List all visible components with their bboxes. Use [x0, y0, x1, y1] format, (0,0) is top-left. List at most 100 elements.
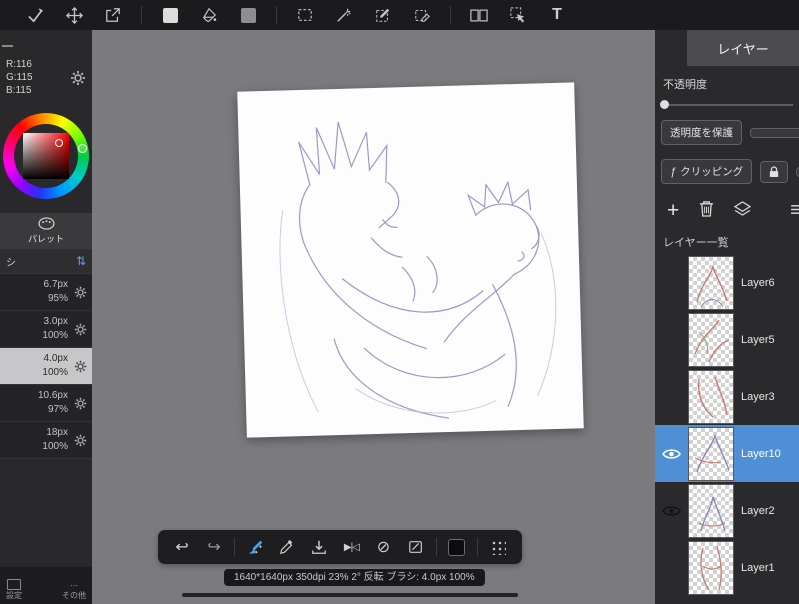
brush-list-header: シ ⇅ [0, 249, 92, 274]
lock-icon [769, 165, 779, 177]
redo-icon[interactable]: ↪ [202, 535, 226, 559]
settings-label: 設定 [6, 591, 22, 600]
eye-icon[interactable] [655, 505, 688, 517]
brush-item[interactable]: 6.7px 95% [0, 274, 92, 311]
settings-tab[interactable]: 設定 [6, 579, 22, 601]
toolbar-separator [450, 6, 451, 24]
layer-list-header: レイヤー一覧 [663, 237, 729, 249]
fill-swatch-icon[interactable] [159, 4, 181, 26]
flip-horizontal-icon[interactable]: ▶|◁ [339, 535, 363, 559]
grid-dots-icon[interactable] [486, 535, 510, 559]
lock-button[interactable] [760, 160, 789, 183]
brush-opacity: 97% [47, 404, 68, 415]
opacity-slider[interactable] [660, 100, 793, 109]
add-layer-icon[interactable]: + [667, 200, 679, 221]
pen-check-icon[interactable] [24, 4, 46, 26]
brush-sparkle-icon[interactable] [243, 535, 267, 559]
material-square-icon[interactable] [445, 535, 469, 559]
select-eraser-icon[interactable] [411, 4, 433, 26]
partial-button[interactable] [750, 127, 799, 138]
layer-thumbnail[interactable] [688, 255, 734, 310]
rotate-reset-icon[interactable]: ⊘ [371, 535, 395, 559]
layer-panel: レイヤー 不透明度 透明度を保護 ƒ クリッピング + レイヤー一覧 Layer… [655, 30, 799, 604]
color-r-value: R:116 [6, 59, 32, 70]
duplicate-layer-icon[interactable] [734, 201, 752, 221]
left-panel-footer: 設定 ⋯ その他 [0, 567, 92, 604]
layer-row[interactable]: Layer6 [655, 254, 799, 311]
layer-thumbnail[interactable] [688, 369, 734, 424]
status-bar: 1640*1640px 350dpi 23% 2° 反転 ブラシ: 4.0px … [224, 569, 485, 586]
hue-indicator[interactable] [78, 144, 87, 153]
layer-list: Layer6 Layer5 Layer3 Layer10 Layer2 Laye… [655, 254, 799, 596]
magic-wand-icon[interactable] [333, 4, 355, 26]
color-b-value: B:115 [6, 85, 32, 96]
split-view-icon[interactable] [468, 4, 490, 26]
color-wheel[interactable] [3, 113, 89, 199]
layer-row-selected[interactable]: Layer10 [655, 425, 799, 482]
layer-thumbnail[interactable] [688, 426, 734, 481]
export-icon[interactable] [102, 4, 124, 26]
opacity-slider-knob[interactable] [660, 100, 669, 109]
left-tool-panel: R:116 G:115 B:115 パレット シ ⇅ 6.7px 95% 3.0p… [0, 30, 92, 604]
eye-icon[interactable] [655, 448, 688, 460]
layer-list-menu-icon[interactable] [791, 202, 799, 220]
brush-item[interactable]: 3.0px 100% [0, 311, 92, 348]
layer-option-row-1: 透明度を保護 [661, 120, 799, 145]
brush-opacity: 100% [42, 441, 68, 452]
brush-item-selected[interactable]: 4.0px 100% [0, 348, 92, 385]
brush-size: 4.0px [43, 353, 68, 364]
brush-size: 10.6px [37, 390, 68, 401]
toolbar-separator [141, 6, 142, 24]
object-select-icon[interactable] [507, 4, 529, 26]
canvas-workspace[interactable]: ↩ ↪ ▶|◁ ⊘ 1640*1640px 350dpi 23% 2° 反転 ブ… [92, 30, 655, 604]
save-download-icon[interactable] [307, 535, 331, 559]
horizontal-scrollbar[interactable] [182, 593, 518, 597]
brush-item[interactable]: 10.6px 97% [0, 385, 92, 422]
layer-thumbnail[interactable] [688, 483, 734, 538]
others-label: その他 [62, 591, 86, 600]
layer-name: Layer6 [741, 276, 775, 289]
saturation-value-square[interactable] [23, 133, 69, 179]
opacity-label: 不透明度 [663, 79, 707, 91]
select-pen-icon[interactable] [372, 4, 394, 26]
brush-settings-gear-icon[interactable] [74, 360, 87, 373]
layer-operations-row: + [667, 200, 799, 222]
delete-layer-icon[interactable] [699, 200, 714, 222]
brush-settings-gear-icon[interactable] [74, 286, 87, 299]
brush-settings-gear-icon[interactable] [74, 434, 87, 447]
layer-thumbnail[interactable] [688, 540, 734, 595]
toolbar-separator [476, 538, 478, 556]
brush-list: 6.7px 95% 3.0px 100% 4.0px 100% 10.6px 97% 1… [0, 274, 92, 459]
gray-swatch-icon[interactable] [237, 4, 259, 26]
layer-row[interactable]: Layer2 [655, 482, 799, 539]
panel-collapse-dash[interactable] [2, 45, 13, 47]
select-rect-icon[interactable] [294, 4, 316, 26]
eyedropper-icon[interactable] [275, 535, 299, 559]
sketch-artwork [279, 121, 557, 419]
others-tab[interactable]: ⋯ その他 [62, 581, 86, 601]
floating-toolbar: ↩ ↪ ▶|◁ ⊘ [158, 530, 522, 564]
color-settings-gear-icon[interactable] [70, 70, 86, 86]
protect-alpha-button[interactable]: 透明度を保護 [661, 120, 742, 145]
layer-name: Layer1 [741, 561, 775, 574]
layer-row[interactable]: Layer1 [655, 539, 799, 596]
brush-settings-gear-icon[interactable] [74, 397, 87, 410]
undo-icon[interactable]: ↩ [170, 535, 194, 559]
brush-sort-icon[interactable]: ⇅ [76, 254, 86, 268]
canvas-artboard[interactable] [237, 82, 584, 438]
layer-thumbnail[interactable] [688, 312, 734, 367]
brush-opacity: 100% [42, 330, 68, 341]
brush-settings-gear-icon[interactable] [74, 323, 87, 336]
clipping-button[interactable]: ƒ クリッピング [661, 159, 753, 184]
brush-header-label: シ [6, 257, 16, 269]
move-tool-icon[interactable] [63, 4, 85, 26]
brush-item[interactable]: 18px 100% [0, 422, 92, 459]
sv-indicator[interactable] [55, 139, 63, 147]
layer-row[interactable]: Layer5 [655, 311, 799, 368]
bucket-tool-icon[interactable] [198, 4, 220, 26]
text-tool-icon[interactable]: T [546, 4, 568, 26]
layer-row[interactable]: Layer3 [655, 368, 799, 425]
brush-opacity: 95% [47, 293, 68, 304]
palette-tab[interactable]: パレット [0, 213, 92, 249]
clear-icon[interactable] [404, 535, 428, 559]
